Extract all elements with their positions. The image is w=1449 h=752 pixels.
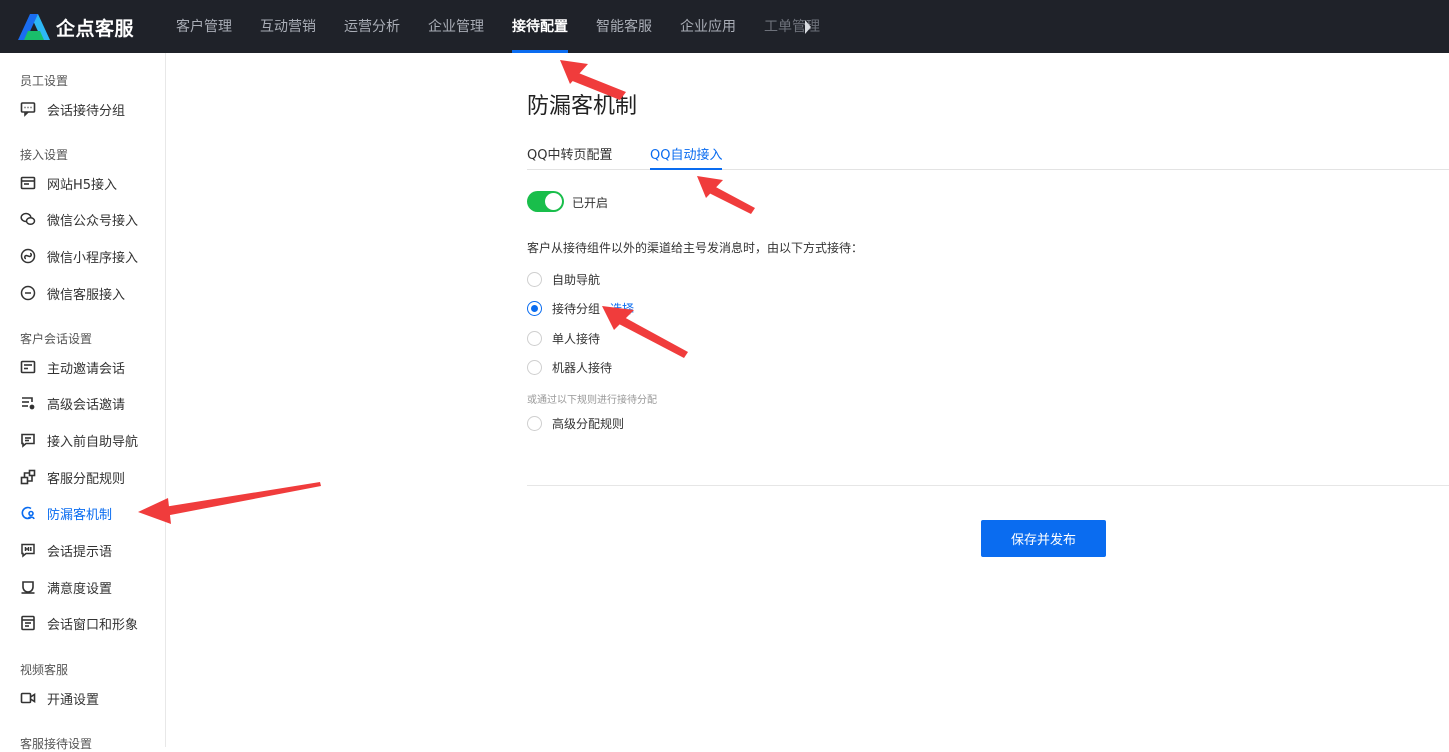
option-label: 自助导航 [552, 272, 601, 287]
sidebar-item-wechat-service[interactable]: 微信客服接入 [20, 283, 160, 303]
sidebar-item-label: 微信小程序接入 [47, 250, 139, 266]
logo-icon [18, 14, 50, 40]
sidebar-item-anti-leak[interactable]: 防漏客机制 [20, 503, 160, 523]
sidebar-item-wechat-official[interactable]: 微信公众号接入 [20, 209, 160, 229]
sidebar-item-chat-group[interactable]: 会话接待分组 [20, 99, 160, 119]
video-icon [20, 690, 36, 706]
nav-item-tickets[interactable]: 工单管理 [752, 0, 832, 53]
sidebar-item-label: 会话提示语 [47, 544, 113, 560]
sidebar-item-label: 微信公众号接入 [47, 213, 139, 229]
miniprogram-icon [20, 248, 36, 264]
sidebar-item-window-appearance[interactable]: 会话窗口和形象 [20, 613, 160, 633]
app-name: 企点客服 [56, 17, 135, 40]
option-advanced-rule[interactable]: 高级分配规则 [527, 415, 624, 431]
self-nav-icon [20, 432, 36, 448]
sidebar-item-label: 防漏客机制 [47, 507, 113, 523]
sidebar-group-video: 视频客服 [20, 663, 69, 677]
annotation-arrowhead-nav [560, 60, 588, 84]
sidebar-item-label: 高级会话邀请 [47, 397, 126, 413]
sidebar-group-access: 接入设置 [20, 148, 69, 162]
nav-item-apps[interactable]: 企业应用 [668, 0, 748, 53]
window-icon [20, 615, 36, 631]
nav-item-reception-config[interactable]: 接待配置 [500, 0, 580, 53]
select-group-link[interactable]: 选择 [610, 300, 634, 317]
sidebar-item-label: 网站H5接入 [47, 177, 118, 193]
webpage-icon [20, 175, 36, 191]
save-and-publish-button[interactable]: 保存并发布 [981, 520, 1106, 557]
advanced-invite-icon [20, 395, 36, 411]
annotation-arrow-sidebar [164, 482, 321, 516]
sidebar-group-reception: 客服接待设置 [20, 737, 93, 751]
sidebar-item-wechat-miniprogram[interactable]: 微信小程序接入 [20, 246, 160, 266]
annotation-arrow-tab [707, 185, 755, 214]
annotation-arrowhead-tab [697, 176, 723, 198]
main-nav: 客户管理 互动营销 运营分析 企业管理 接待配置 智能客服 企业应用 工单管理 [164, 0, 836, 53]
sidebar-item-advanced-invite[interactable]: 高级会话邀请 [20, 393, 160, 413]
sidebar-item-label: 微信客服接入 [47, 287, 126, 303]
nav-more-arrow-icon[interactable] [805, 20, 811, 34]
rule-note: 或通过以下规则进行接待分配 [527, 395, 657, 406]
sidebar-group-staff: 员工设置 [20, 74, 69, 88]
tab-qq-auto-access[interactable]: QQ自动接入 [650, 146, 723, 170]
sidebar-item-satisfaction[interactable]: 满意度设置 [20, 577, 160, 597]
option-label: 单人接待 [552, 331, 601, 346]
radio-button[interactable] [527, 271, 542, 287]
sidebar-item-hint-message[interactable]: 会话提示语 [20, 540, 160, 560]
reception-description: 客户从接待组件以外的渠道给主号发消息时，由以下方式接待： [527, 241, 864, 255]
option-label: 接待分组 [552, 301, 601, 316]
nav-item-customer[interactable]: 客户管理 [164, 0, 244, 53]
page-title: 防漏客机制 [527, 94, 638, 119]
sidebar-item-invite[interactable]: 主动邀请会话 [20, 357, 160, 377]
option-label: 高级分配规则 [552, 416, 625, 431]
invite-icon [20, 359, 36, 375]
sidebar-item-assign-rule[interactable]: 客服分配规则 [20, 467, 160, 487]
hi-message-icon [20, 542, 36, 558]
radio-button[interactable] [527, 300, 542, 316]
option-robot-reception[interactable]: 机器人接待 [527, 359, 612, 375]
tab-qq-transfer-page[interactable]: QQ中转页配置 [527, 146, 612, 170]
option-label: 机器人接待 [552, 360, 613, 375]
sidebar-item-label: 接入前自助导航 [47, 434, 139, 450]
anti-leak-icon [20, 505, 36, 521]
chat-group-icon [20, 101, 36, 117]
nav-item-smart-service[interactable]: 智能客服 [584, 0, 664, 53]
toggle-knob [545, 193, 562, 210]
assign-rule-icon [20, 469, 36, 485]
sidebar-item-web-h5[interactable]: 网站H5接入 [20, 173, 160, 193]
nav-item-analytics[interactable]: 运营分析 [332, 0, 412, 53]
radio-button[interactable] [527, 330, 542, 346]
toggle-status-label: 已开启 [572, 196, 609, 210]
nav-item-enterprise[interactable]: 企业管理 [416, 0, 496, 53]
sidebar-item-self-nav[interactable]: 接入前自助导航 [20, 430, 160, 450]
sidebar-item-label: 会话窗口和形象 [47, 617, 139, 633]
satisfaction-icon [20, 579, 36, 595]
sidebar-item-label: 满意度设置 [47, 581, 113, 597]
sidebar-item-label: 客服分配规则 [47, 471, 126, 487]
radio-button[interactable] [527, 359, 542, 375]
option-self-navigation[interactable]: 自助导航 [527, 271, 600, 287]
radio-button[interactable] [527, 415, 542, 431]
option-single-reception[interactable]: 单人接待 [527, 330, 600, 346]
annotation-arrows [138, 60, 755, 524]
top-navigation-bar: 企点客服 客户管理 互动营销 运营分析 企业管理 接待配置 智能客服 企业应用 … [0, 0, 1449, 53]
sidebar-item-label: 开通设置 [47, 692, 100, 708]
nav-item-marketing[interactable]: 互动营销 [248, 0, 328, 53]
sidebar-item-video-setup[interactable]: 开通设置 [20, 688, 160, 708]
section-divider [527, 485, 1449, 486]
tab-bar: QQ中转页配置 QQ自动接入 [527, 146, 1449, 170]
enable-toggle[interactable] [527, 191, 564, 212]
wechat-icon [20, 211, 36, 227]
option-reception-group[interactable]: 接待分组 选择 [527, 300, 634, 316]
sidebar-item-label: 会话接待分组 [47, 103, 126, 119]
sidebar: 员工设置 会话接待分组 接入设置 网站H5接入 微信公众号接入 微信小程序接入 … [0, 53, 166, 751]
app-logo[interactable]: 企点客服 [18, 13, 134, 41]
sidebar-group-session: 客户会话设置 [20, 332, 93, 346]
annotation-arrow-radio [617, 316, 688, 358]
wechat-service-icon [20, 285, 36, 301]
sidebar-item-label: 主动邀请会话 [47, 361, 126, 377]
